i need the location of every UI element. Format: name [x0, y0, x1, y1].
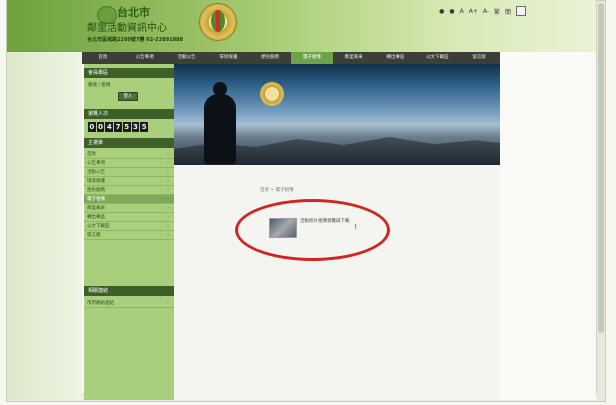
chevron-right-icon: ›: [167, 214, 169, 220]
top-toolbar: ● ● A A+ A- 繁 簡: [439, 6, 526, 16]
font-size-smaller[interactable]: A-: [483, 8, 489, 15]
counter-digit: 7: [114, 122, 122, 132]
counter-digit: 5: [140, 122, 149, 132]
login-button[interactable]: 登入: [118, 92, 138, 101]
chevron-right-icon: ›: [167, 187, 169, 193]
hero-banner: [174, 64, 500, 165]
sidebar-item-services[interactable]: 便民服務 ›: [84, 186, 174, 195]
chevron-right-icon: ›: [167, 196, 169, 202]
chevron-right-icon: ›: [167, 205, 169, 211]
page-right-background: [500, 64, 596, 400]
nav-item-downloads[interactable]: 公文下載區: [416, 52, 458, 64]
nav-item-neighborhood[interactable]: 鄰里風采: [333, 52, 375, 64]
sidebar-item-label: 公告事項: [87, 161, 105, 166]
sidebar-item-environment[interactable]: 環境保護 ›: [84, 177, 174, 186]
login-hint: 帳號 / 密碼: [88, 83, 111, 88]
sidebar-item-label: 公文下載區: [87, 224, 110, 229]
sidebar-item-transfer[interactable]: 轉出專區 ›: [84, 213, 174, 222]
tool-dot-1[interactable]: ●: [439, 8, 444, 15]
chevron-right-icon: ›: [167, 151, 169, 157]
sidebar-item-label: 留言版: [87, 233, 101, 238]
tool-dot-2[interactable]: ●: [449, 8, 454, 15]
album-thumbnail[interactable]: [269, 218, 297, 238]
simplified-chinese[interactable]: 簡: [505, 7, 511, 16]
nav-item-guestbook[interactable]: 留言版: [458, 52, 500, 64]
vertical-scrollbar[interactable]: [596, 1, 605, 401]
nav-item-services[interactable]: 便民服務: [249, 52, 291, 64]
sidebar-item-events[interactable]: 活動公告 ›: [84, 168, 174, 177]
chevron-right-icon: ›: [167, 160, 169, 166]
counter-digit: 0: [96, 122, 105, 132]
sidebar-item-label: 電子相簿: [87, 197, 105, 202]
checkbox-icon[interactable]: [516, 6, 526, 16]
album-title-link[interactable]: 活動照片相簿瀏覽與下載: [300, 219, 352, 225]
counter-digit: 4: [105, 122, 114, 132]
sidebar-item-label: 轉出專區: [87, 215, 105, 220]
site-title-line2: 鄰里活動資訊中心: [87, 23, 167, 34]
site-title-line1: 台北市: [117, 6, 150, 19]
counter-digit: 5: [122, 122, 131, 132]
album-result-item[interactable]: 活動照片相簿瀏覽與下載 !: [269, 217, 359, 239]
sidebar-item-label: 活動公告: [87, 170, 105, 175]
sidebar-item-label: 首頁: [87, 152, 96, 157]
traditional-chinese[interactable]: 繁: [494, 7, 500, 16]
counter-digit: 0: [88, 122, 96, 132]
links-menu: 市府網站連結 ›: [84, 299, 174, 308]
site-address: 台北市區域路2200號7樓 02-23891888: [87, 37, 184, 43]
nav-item-announcements[interactable]: 公告事項: [124, 52, 166, 64]
page-left-background: [7, 52, 82, 400]
sidebar-item-guestbook[interactable]: 留言版 ›: [84, 231, 174, 240]
site-logo-icon[interactable]: [199, 3, 237, 41]
chevron-right-icon: ›: [167, 169, 169, 175]
badge-logo-icon: [260, 82, 284, 106]
font-size-normal[interactable]: A: [460, 8, 464, 15]
sidebar-link-city[interactable]: 市府網站連結 ›: [84, 299, 174, 308]
visitor-counter: 0 0 4 7 5 3 5: [88, 122, 149, 132]
font-size-larger[interactable]: A+: [469, 8, 478, 15]
breadcrumb: 首頁 > 電子相簿: [260, 188, 294, 193]
chevron-right-icon: ›: [167, 178, 169, 184]
visitors-section-title: 瀏覽人次: [84, 109, 174, 119]
nav-item-home[interactable]: 首頁: [82, 52, 124, 64]
main-content: 首頁 > 電子相簿 活動照片相簿瀏覽與下載 !: [174, 165, 500, 400]
sidebar-item-announcements[interactable]: 公告事項 ›: [84, 159, 174, 168]
sidebar-item-label: 環境保護: [87, 179, 105, 184]
sidebar-item-photo-albums[interactable]: 電子相簿 ›: [84, 195, 174, 204]
site-header: 台北市 鄰里活動資訊中心 台北市區域路2200號7樓 02-23891888 ●…: [7, 0, 596, 52]
sidebar-item-neighborhood[interactable]: 鄰里風采 ›: [84, 204, 174, 213]
chevron-right-icon: ›: [167, 223, 169, 229]
sidebar-menu: 首頁 › 公告事項 › 活動公告 › 環境保護 › 便民服務 › 電子相簿 › 鄰里風采 › …: [84, 150, 174, 240]
sidebar-item-label: 市府網站連結: [87, 301, 114, 306]
counter-digit: 3: [131, 122, 140, 132]
login-section-title: 會員專區: [84, 68, 174, 78]
sidebar: 會員專區 帳號 / 密碼 登入 瀏覽人次 0 0 4 7 5 3 5 主選單 首…: [84, 64, 174, 400]
person-silhouette: [204, 82, 236, 164]
scrollbar-thumb[interactable]: [598, 3, 604, 333]
sidebar-item-home[interactable]: 首頁 ›: [84, 150, 174, 159]
chevron-right-icon: ›: [167, 232, 169, 238]
main-nav: 首頁 公告事項 活動公告 環境保護 便民服務 電子相簿 鄰里風采 轉出專區 公文…: [82, 52, 500, 64]
chevron-right-icon: ›: [167, 300, 169, 306]
sidebar-item-label: 鄰里風采: [87, 206, 105, 211]
nav-item-events[interactable]: 活動公告: [166, 52, 208, 64]
nav-item-environment[interactable]: 環境保護: [207, 52, 249, 64]
nav-item-transfer[interactable]: 轉出專區: [375, 52, 417, 64]
main-menu-title: 主選單: [84, 138, 174, 148]
links-section-title: 相關連結: [84, 286, 174, 296]
nav-item-photo-albums[interactable]: 電子相簿: [290, 52, 333, 64]
sidebar-item-label: 便民服務: [87, 188, 105, 193]
new-badge-icon: !: [354, 223, 358, 231]
sidebar-item-downloads[interactable]: 公文下載區 ›: [84, 222, 174, 231]
